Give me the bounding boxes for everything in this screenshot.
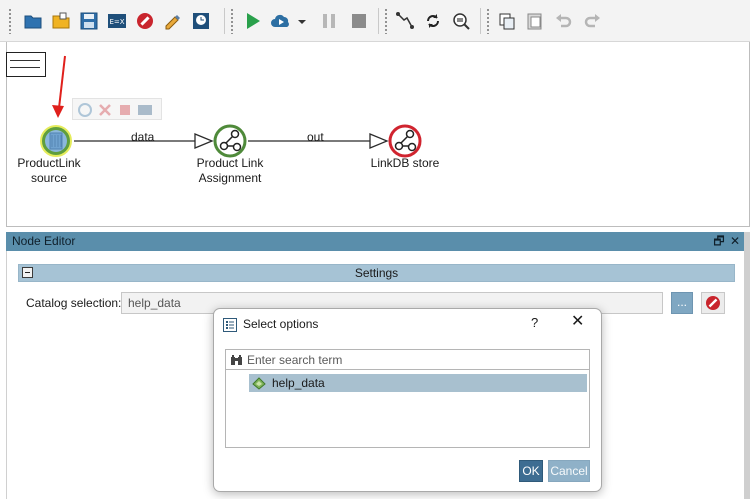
stop-node-icon[interactable]	[117, 102, 133, 118]
main-toolbar: E=X	[0, 0, 750, 42]
options-list[interactable]: help_data	[225, 370, 590, 448]
binoculars-icon	[231, 355, 242, 365]
node-action-toolbar	[72, 98, 162, 120]
close-icon[interactable]: ✕	[728, 233, 742, 249]
search-input[interactable]	[247, 352, 577, 367]
path-icon[interactable]	[394, 10, 416, 32]
pause-icon[interactable]	[318, 10, 340, 32]
dropdown-icon[interactable]	[296, 10, 308, 32]
catalog-selection-label: Catalog selection:	[26, 296, 122, 310]
export-node-icon[interactable]	[137, 102, 153, 118]
export-icon[interactable]: E=X	[106, 10, 128, 32]
copy-icon[interactable]	[496, 10, 518, 32]
edge-label-out: out	[307, 130, 324, 144]
toolbar-grip[interactable]	[230, 8, 234, 34]
restore-icon[interactable]: 🗗	[712, 233, 726, 249]
toolbar-grip[interactable]	[486, 8, 490, 34]
panel-edge	[744, 232, 750, 499]
list-item[interactable]: help_data	[249, 374, 587, 392]
list-item-label: help_data	[272, 376, 325, 390]
paste-icon[interactable]	[524, 10, 546, 32]
inspect-icon[interactable]	[450, 10, 472, 32]
toolbar-separator	[378, 8, 379, 34]
run-cloud-icon[interactable]	[270, 10, 292, 32]
edge-label-data: data	[131, 130, 155, 144]
save-icon[interactable]	[78, 10, 100, 32]
cancel-button[interactable]: Cancel	[548, 460, 590, 482]
toolbar-grip[interactable]	[8, 8, 12, 34]
stop-square-icon[interactable]	[348, 10, 370, 32]
stop-icon	[706, 296, 720, 310]
node-label-linkdb-store: LinkDB store	[370, 156, 440, 170]
dialog-list-icon	[223, 318, 237, 332]
node-label-productlink-source: ProductLink source	[17, 156, 81, 185]
annotation-arrow	[52, 55, 66, 118]
product-link-assignment-node[interactable]	[213, 124, 247, 158]
svg-text:E=X: E=X	[109, 18, 124, 26]
toolbar-separator	[224, 8, 225, 34]
redo-icon[interactable]	[582, 10, 604, 32]
search-box[interactable]	[225, 349, 590, 370]
stop-icon[interactable]	[134, 10, 156, 32]
node-label-product-link-assignment: Product Link Assignment	[196, 156, 264, 185]
catalog-item-icon	[252, 377, 266, 390]
node-editor-title: Node Editor	[12, 234, 76, 248]
settings-section-header[interactable]: Settings	[18, 264, 735, 282]
undo-icon[interactable]	[552, 10, 574, 32]
open-icon[interactable]	[50, 10, 72, 32]
delete-icon[interactable]	[97, 102, 113, 118]
run-icon[interactable]	[242, 10, 264, 32]
folder-icon[interactable]	[22, 10, 44, 32]
settings-icon[interactable]	[77, 102, 93, 118]
refresh-icon[interactable]	[422, 10, 444, 32]
select-options-dialog: Select options ? ✕ help_data OK Cancel	[213, 308, 602, 492]
productlink-source-node[interactable]	[39, 124, 73, 158]
help-button[interactable]: ?	[531, 315, 538, 330]
edit-icon[interactable]	[162, 10, 184, 32]
linkdb-store-node[interactable]	[388, 124, 422, 158]
ok-button[interactable]: OK	[519, 460, 543, 482]
clear-selection-button[interactable]	[701, 292, 725, 314]
node-editor-header: Node Editor 🗗 ✕	[6, 232, 744, 251]
schedule-icon[interactable]	[190, 10, 212, 32]
browse-button[interactable]: ...	[671, 292, 693, 314]
dialog-close-button[interactable]: ✕	[571, 313, 584, 331]
toolbar-grip[interactable]	[384, 8, 388, 34]
settings-title: Settings	[354, 266, 399, 280]
dialog-title: Select options	[243, 317, 319, 331]
toolbar-separator	[480, 8, 481, 34]
workflow-connections	[52, 55, 389, 149]
